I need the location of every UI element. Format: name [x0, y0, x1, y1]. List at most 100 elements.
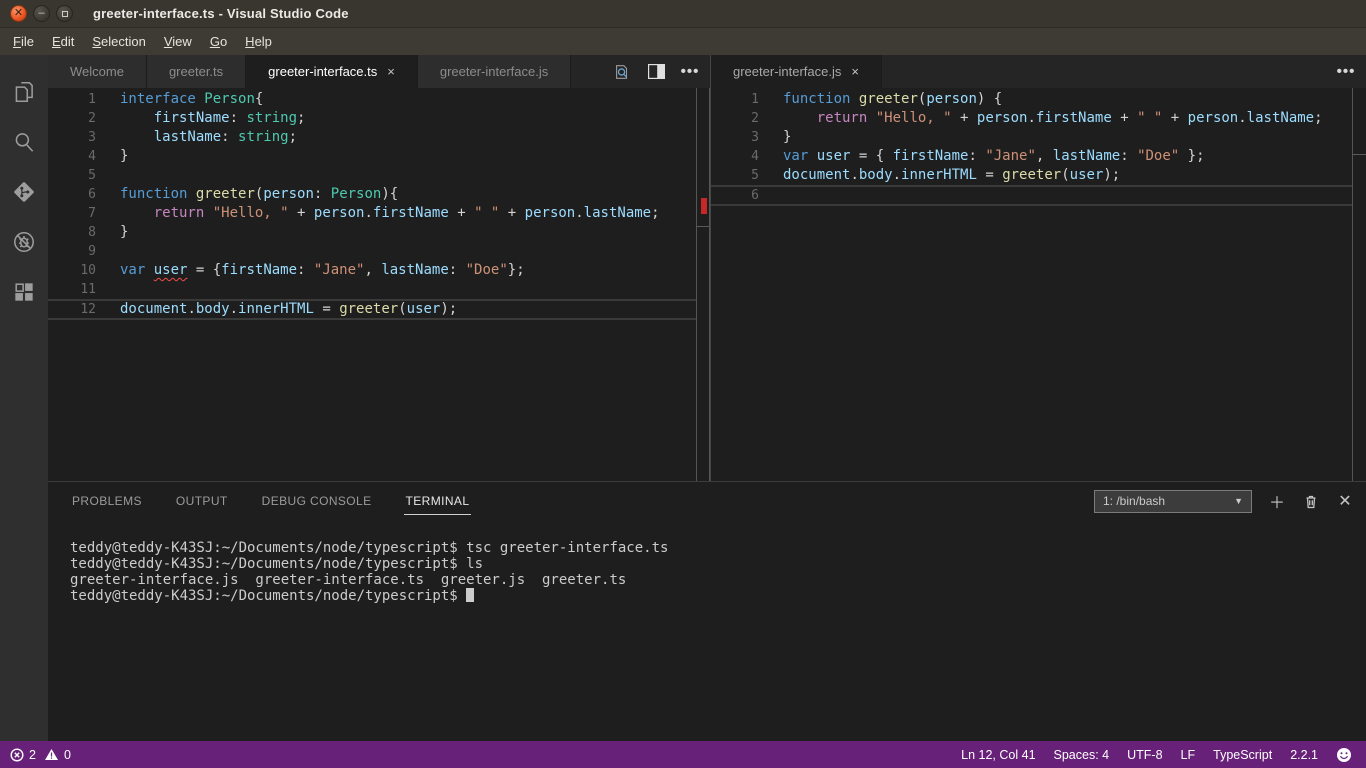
minimize-icon: –	[38, 8, 44, 19]
menu-selection[interactable]: Selection	[83, 30, 154, 53]
title-bar: ✕ – greeter-interface.ts - Visual Studio…	[0, 0, 1366, 28]
code-line-5[interactable]: 5document.body.innerHTML = greeter(user)…	[711, 166, 1352, 185]
code-line-7[interactable]: 7 return "Hello, " + person.firstName + …	[48, 204, 696, 223]
menu-edit[interactable]: Edit	[43, 30, 83, 53]
menu-go[interactable]: Go	[201, 30, 236, 53]
scrollbar-slider[interactable]	[1353, 88, 1366, 155]
code-line-3[interactable]: 3}	[711, 128, 1352, 147]
tab-label: greeter-interface.js	[440, 64, 548, 79]
menu-view[interactable]: View	[155, 30, 201, 53]
panel-tab-terminal[interactable]: TERMINAL	[404, 488, 472, 515]
tab-label: greeter-interface.ts	[268, 64, 377, 79]
window-close-button[interactable]: ✕	[10, 5, 27, 22]
panel-tab-debug-console[interactable]: DEBUG CONSOLE	[260, 488, 374, 515]
line-number: 2	[48, 109, 96, 128]
code-line-1[interactable]: 1function greeter(person) {	[711, 90, 1352, 109]
menu-file[interactable]: File	[4, 30, 43, 53]
editor-left[interactable]: 1interface Person{2 firstName: string;3 …	[48, 88, 710, 481]
new-terminal-icon[interactable]: ＋	[1268, 492, 1286, 510]
code-line-8[interactable]: 8}	[48, 223, 696, 242]
close-tab-icon[interactable]: ×	[851, 64, 859, 79]
code-line-10[interactable]: 10var user = {firstName: "Jane", lastNam…	[48, 261, 696, 280]
tab-greeter-ts[interactable]: greeter.ts	[147, 55, 246, 88]
tab-label: Welcome	[70, 64, 124, 79]
line-number: 7	[48, 204, 96, 223]
search-icon[interactable]	[0, 117, 48, 167]
line-number: 6	[711, 186, 759, 205]
terminal-line: teddy@teddy-K43SJ:~/Documents/node/types…	[70, 588, 1366, 604]
close-icon: ✕	[14, 8, 23, 19]
editor-actions-left: •••	[612, 55, 710, 88]
editor-right[interactable]: 1function greeter(person) {2 return "Hel…	[711, 88, 1366, 481]
panel-tab-problems[interactable]: PROBLEMS	[70, 488, 144, 515]
code-line-6[interactable]: 6	[711, 185, 1352, 206]
kill-terminal-icon[interactable]	[1302, 492, 1320, 510]
code-line-11[interactable]: 11	[48, 280, 696, 299]
status-utf-8[interactable]: UTF-8	[1127, 748, 1162, 762]
line-number: 9	[48, 242, 96, 261]
line-number: 8	[48, 223, 96, 242]
window-minimize-button[interactable]: –	[33, 5, 50, 22]
editor-group-right: greeter-interface.js× ••• 1function gree…	[710, 55, 1366, 481]
terminal-cursor	[466, 588, 474, 602]
tab-strip-right: greeter-interface.js× •••	[711, 55, 1366, 88]
activity-bar	[0, 55, 48, 741]
terminal-line: teddy@teddy-K43SJ:~/Documents/node/types…	[70, 556, 1366, 572]
scrollbar-right[interactable]	[1352, 88, 1366, 481]
warning-count[interactable]: 0	[44, 748, 71, 762]
split-editor-icon[interactable]	[646, 62, 666, 82]
more-actions-icon[interactable]: •••	[1336, 62, 1356, 82]
line-number: 11	[48, 280, 96, 299]
code-line-3[interactable]: 3 lastName: string;	[48, 128, 696, 147]
code-line-6[interactable]: 6function greeter(person: Person){	[48, 185, 696, 204]
window-maximize-button[interactable]	[56, 5, 73, 22]
editor-actions-right: •••	[1336, 55, 1366, 88]
warning-count-value: 0	[64, 748, 71, 762]
extensions-icon[interactable]	[0, 267, 48, 317]
code-line-2[interactable]: 2 firstName: string;	[48, 109, 696, 128]
open-preview-icon[interactable]	[612, 62, 632, 82]
terminal-line: teddy@teddy-K43SJ:~/Documents/node/types…	[70, 540, 1366, 556]
terminal-select[interactable]: 1: /bin/bash ▼	[1094, 490, 1252, 513]
status-typescript[interactable]: TypeScript	[1213, 748, 1272, 762]
more-actions-icon[interactable]: •••	[680, 62, 700, 82]
tab-label: greeter.ts	[169, 64, 223, 79]
source-control-icon[interactable]	[0, 167, 48, 217]
status-lf[interactable]: LF	[1181, 748, 1196, 762]
editor-group-left: Welcomegreeter.tsgreeter-interface.ts×gr…	[48, 55, 710, 481]
panel-tab-output[interactable]: OUTPUT	[174, 488, 230, 515]
status-ln-12-col-41[interactable]: Ln 12, Col 41	[961, 748, 1035, 762]
close-tab-icon[interactable]: ×	[387, 64, 395, 79]
scrollbar-left[interactable]	[696, 88, 710, 481]
tab-greeter-interface-js[interactable]: greeter-interface.js×	[711, 55, 882, 88]
tab-greeter-interface-ts[interactable]: greeter-interface.ts ×	[246, 55, 418, 88]
error-count[interactable]: 2	[10, 748, 36, 762]
terminal[interactable]: teddy@teddy-K43SJ:~/Documents/node/types…	[48, 520, 1366, 741]
code-line-9[interactable]: 9	[48, 242, 696, 261]
code-line-4[interactable]: 4var user = { firstName: "Jane", lastNam…	[711, 147, 1352, 166]
code-line-5[interactable]: 5	[48, 166, 696, 185]
window-title: greeter-interface.ts - Visual Studio Cod…	[93, 6, 349, 21]
error-marker	[701, 198, 707, 214]
code-line-12[interactable]: 12document.body.innerHTML = greeter(user…	[48, 299, 696, 320]
panel-controls: 1: /bin/bash ▼ ＋ ✕	[1094, 490, 1354, 513]
code-line-1[interactable]: 1interface Person{	[48, 90, 696, 109]
error-icon	[10, 748, 24, 762]
status-2-2-1[interactable]: 2.2.1	[1290, 748, 1318, 762]
status-spaces-4[interactable]: Spaces: 4	[1054, 748, 1110, 762]
code-line-4[interactable]: 4}	[48, 147, 696, 166]
code-line-2[interactable]: 2 return "Hello, " + person.firstName + …	[711, 109, 1352, 128]
feedback-smiley-icon[interactable]	[1336, 747, 1352, 763]
line-number: 5	[711, 166, 759, 185]
tab-greeter-interface-js[interactable]: greeter-interface.js	[418, 55, 571, 88]
tab-welcome[interactable]: Welcome	[48, 55, 147, 88]
debug-icon[interactable]	[0, 217, 48, 267]
chevron-down-icon: ▼	[1234, 496, 1243, 506]
line-number: 2	[711, 109, 759, 128]
panel: PROBLEMS OUTPUT DEBUG CONSOLE TERMINAL 1: /…	[48, 481, 1366, 741]
workbench: Welcomegreeter.tsgreeter-interface.ts×gr…	[48, 55, 1366, 741]
menu-help[interactable]: Help	[236, 30, 281, 53]
explorer-icon[interactable]	[0, 67, 48, 117]
close-panel-icon[interactable]: ✕	[1336, 492, 1354, 510]
menu-bar: FileEditSelectionViewGoHelp	[0, 28, 1366, 55]
